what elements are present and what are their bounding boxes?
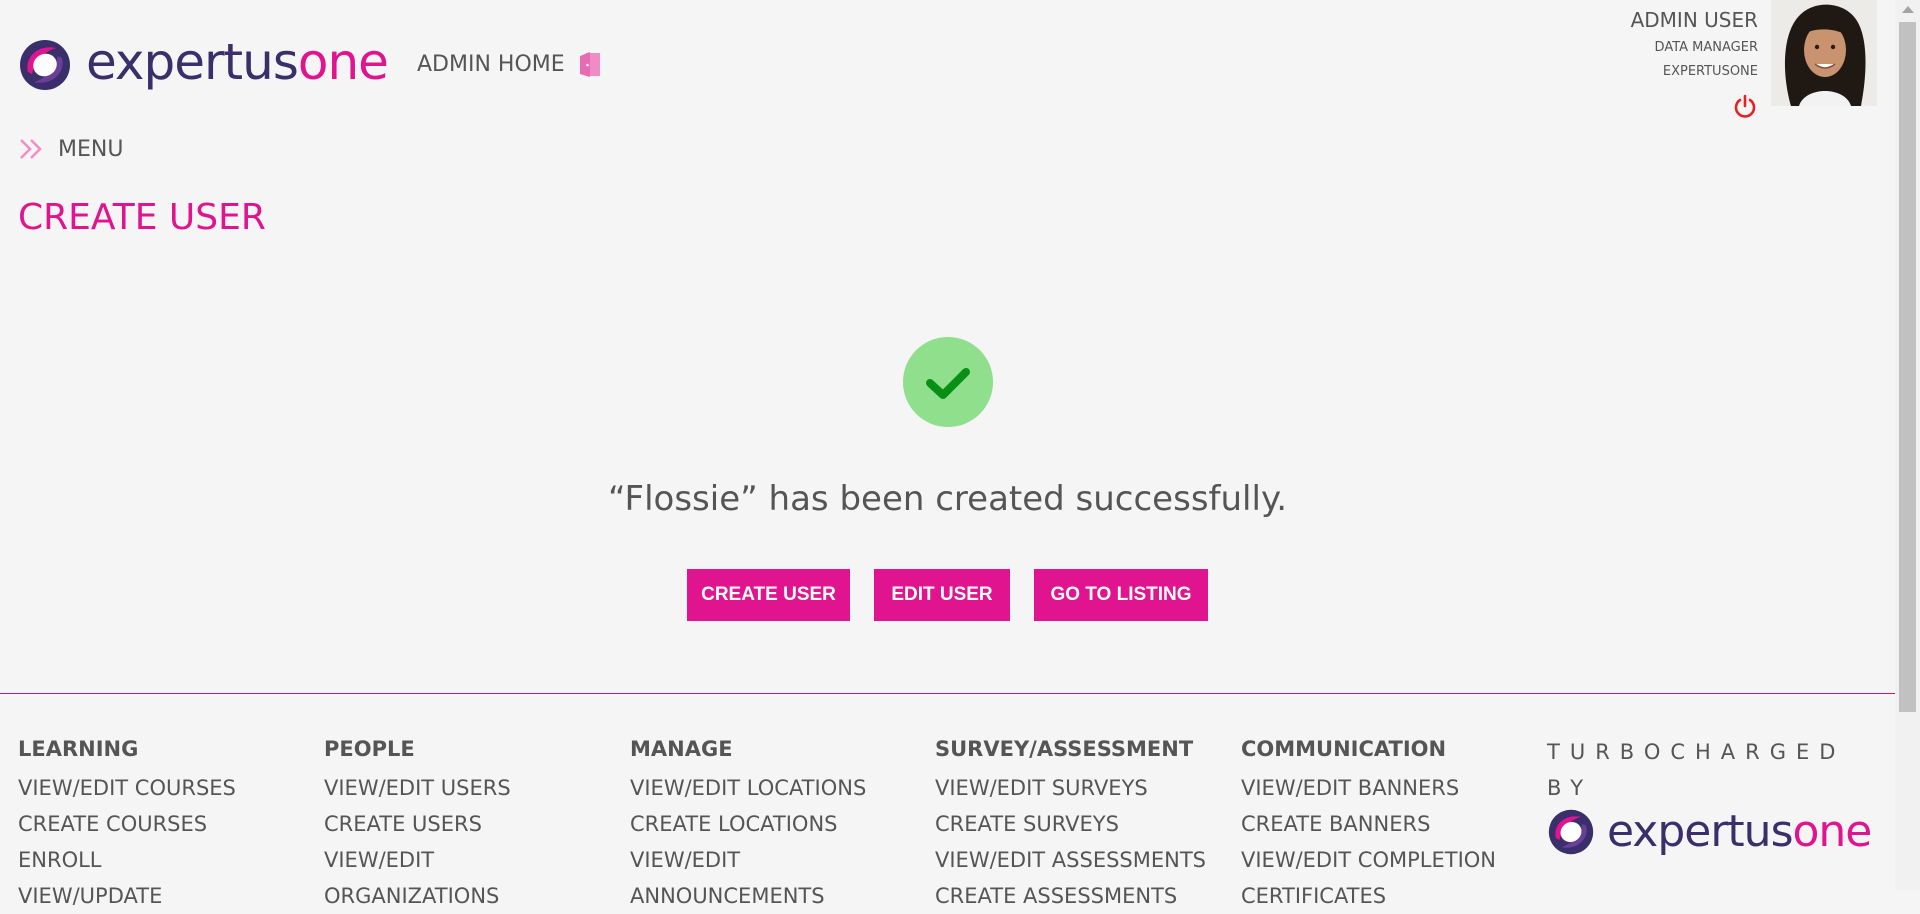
create-user-button[interactable]: CREATE USER [687, 569, 850, 621]
footer-link[interactable]: CREATE LOCATIONS [630, 806, 930, 842]
footer-link[interactable]: VIEW/EDIT BANNERS [1241, 770, 1541, 806]
user-name: ADMIN USER [1630, 8, 1758, 32]
power-icon[interactable] [1732, 94, 1758, 120]
footer-link[interactable]: VIEW/EDIT COURSES [18, 770, 318, 806]
menu-label: MENU [58, 136, 124, 162]
footer-column-survey-assessment: SURVEY/ASSESSMENT VIEW/EDIT SURVEYS CREA… [935, 734, 1235, 914]
footer-link[interactable]: CREATE COURSES [18, 806, 318, 842]
user-organization: EXPERTUSONE [1662, 64, 1758, 79]
scrollbar-thumb[interactable] [1899, 22, 1916, 712]
logo-text-prefix: expertus [86, 33, 299, 91]
footer-link[interactable]: VIEW/EDIT LOCATIONS [630, 770, 930, 806]
footer-heading: MANAGE [630, 737, 733, 761]
footer-link[interactable]: CREATE ASSESSMENTS [935, 878, 1235, 914]
footer-link[interactable]: VIEW/EDIT [630, 842, 930, 878]
menu-toggle[interactable]: MENU [18, 134, 123, 164]
page-title: CREATE USER [18, 197, 266, 238]
footer-link[interactable]: CERTIFICATES [1241, 878, 1541, 914]
expertusone-logo-text: expertusone [86, 30, 389, 94]
footer-link[interactable]: ENROLL [18, 842, 318, 878]
admin-home-link[interactable]: ADMIN HOME [417, 50, 565, 80]
door-icon[interactable] [578, 50, 604, 78]
footer-expertusone-logo: expertusone [1547, 806, 1873, 857]
turbocharged-by-label: TURBOCHARGED BY [1547, 740, 1846, 800]
scroll-up-arrow-icon[interactable] [1902, 6, 1914, 13]
footer-link[interactable]: VIEW/EDIT [324, 842, 624, 878]
footer-heading: COMMUNICATION [1241, 737, 1447, 761]
footer-column-learning: LEARNING VIEW/EDIT COURSES CREATE COURSE… [18, 734, 318, 914]
footer-link[interactable]: VIEW/EDIT USERS [324, 770, 624, 806]
logo-text-suffix: one [1792, 806, 1873, 857]
footer-link[interactable]: CREATE BANNERS [1241, 806, 1541, 842]
footer-link[interactable]: CREATE USERS [324, 806, 624, 842]
check-icon [903, 337, 993, 427]
footer-divider [0, 693, 1895, 694]
footer-column-people: PEOPLE VIEW/EDIT USERS CREATE USERS VIEW… [324, 734, 624, 914]
success-message: “Flossie” has been created successfully. [607, 479, 1288, 519]
footer-link[interactable]: VIEW/UPDATE [18, 878, 318, 914]
footer-link[interactable]: ORGANIZATIONS [324, 878, 624, 914]
footer-link[interactable]: VIEW/EDIT ASSESSMENTS [935, 842, 1235, 878]
footer-column-communication: COMMUNICATION VIEW/EDIT BANNERS CREATE B… [1241, 734, 1541, 914]
user-role: DATA MANAGER [1654, 40, 1758, 55]
footer-link[interactable]: ANNOUNCEMENTS [630, 878, 930, 914]
go-to-listing-button[interactable]: GO TO LISTING [1034, 569, 1208, 621]
avatar[interactable] [1771, 0, 1877, 106]
footer-link[interactable]: VIEW/EDIT COMPLETION [1241, 842, 1541, 878]
double-chevron-right-icon [20, 139, 42, 159]
footer-column-manage: MANAGE VIEW/EDIT LOCATIONS CREATE LOCATI… [630, 734, 930, 914]
footer-link[interactable]: VIEW/EDIT SURVEYS [935, 770, 1235, 806]
footer-link[interactable]: CREATE SURVEYS [935, 806, 1235, 842]
footer-heading: SURVEY/ASSESSMENT [935, 737, 1194, 761]
footer-heading: PEOPLE [324, 737, 415, 761]
expertusone-logo-mark [20, 40, 70, 90]
logo-text-prefix: expertus [1607, 806, 1793, 857]
edit-user-button[interactable]: EDIT USER [874, 569, 1010, 621]
footer-heading: LEARNING [18, 737, 139, 761]
logo-text-suffix: one [297, 33, 389, 91]
expertusone-logo-mark [1548, 809, 1594, 854]
